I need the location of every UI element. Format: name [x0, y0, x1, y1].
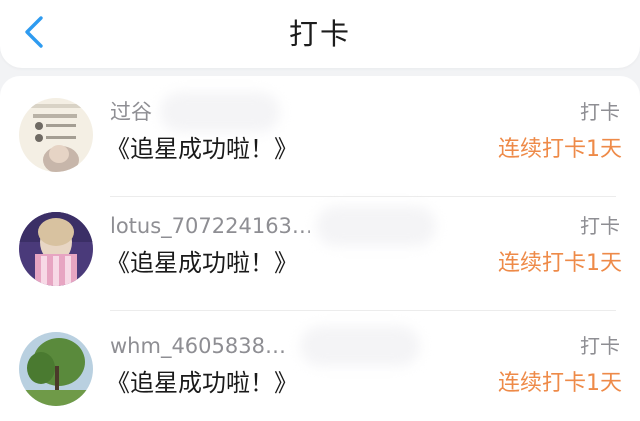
checkin-content: 《追星成功啦！》: [106, 369, 298, 397]
top-nav-bar: 打卡: [0, 0, 640, 68]
action-label: 打卡: [580, 100, 620, 124]
user-name[interactable]: 过谷: [110, 98, 152, 126]
action-label: 打卡: [580, 334, 620, 358]
checkin-screen: 打卡 过谷 《追星成功啦！》 打卡 连续打卡1天 lotus_707224163…: [0, 0, 640, 421]
streak-badge: 连续打卡1天: [498, 371, 622, 396]
feed-item[interactable]: lotus_707224163… 《追星成功啦！》 打卡 连续打卡1天: [0, 190, 640, 311]
streak-badge: 连续打卡1天: [498, 251, 622, 276]
page-title: 打卡: [288, 17, 351, 51]
avatar[interactable]: [19, 212, 93, 286]
streak-badge: 连续打卡1天: [498, 137, 622, 162]
checkin-content: 《追星成功啦！》: [106, 135, 298, 163]
feed-item[interactable]: whm_4605838… 《追星成功啦！》 打卡 连续打卡1天: [0, 310, 640, 421]
avatar[interactable]: [19, 332, 93, 406]
avatar[interactable]: [19, 98, 93, 172]
checkin-content: 《追星成功啦！》: [106, 249, 298, 277]
user-name[interactable]: lotus_707224163…: [110, 212, 310, 240]
user-name[interactable]: whm_4605838…: [110, 332, 286, 360]
checkin-feed: 过谷 《追星成功啦！》 打卡 连续打卡1天 lotus_707224163… 《…: [0, 76, 640, 421]
action-label: 打卡: [580, 214, 620, 238]
feed-item[interactable]: 过谷 《追星成功啦！》 打卡 连续打卡1天: [0, 76, 640, 197]
